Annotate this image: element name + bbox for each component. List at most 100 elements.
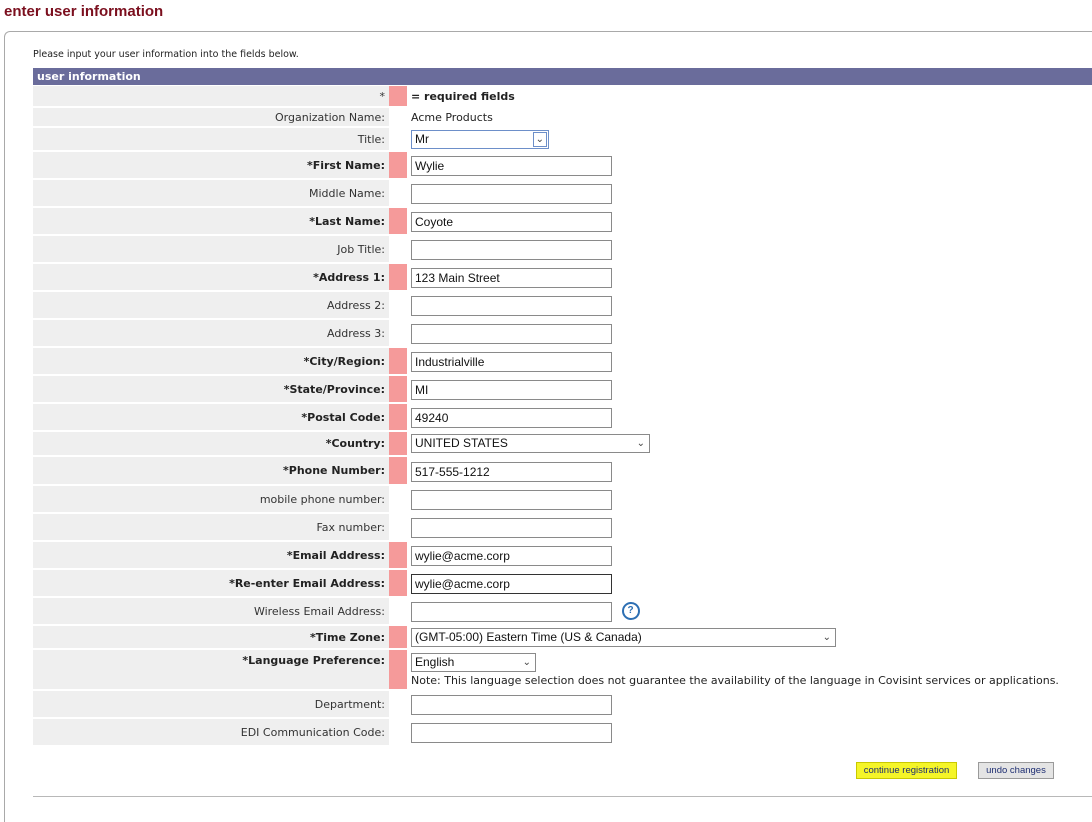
- address1-row: *Address 1:: [33, 263, 1092, 291]
- last-name-input[interactable]: [411, 212, 612, 232]
- mobile-label: mobile phone number:: [33, 485, 389, 513]
- phone-label: *Phone Number:: [33, 456, 389, 485]
- city-label: *City/Region:: [33, 347, 389, 375]
- state-row: *State/Province:: [33, 375, 1092, 403]
- first-name-label: *First Name:: [33, 151, 389, 179]
- address1-label: *Address 1:: [33, 263, 389, 291]
- middle-name-input[interactable]: [411, 184, 612, 204]
- language-row: *Language Preference: English ⌄ Note: Th…: [33, 649, 1092, 690]
- country-select[interactable]: UNITED STATES ⌄: [411, 434, 650, 453]
- timezone-label: *Time Zone:: [33, 625, 389, 649]
- address3-row: Address 3:: [33, 319, 1092, 347]
- middle-name-label: Middle Name:: [33, 179, 389, 207]
- country-row: *Country: UNITED STATES ⌄: [33, 431, 1092, 456]
- phone-row: *Phone Number:: [33, 456, 1092, 485]
- required-marker: [389, 569, 407, 597]
- email-row: *Email Address:: [33, 541, 1092, 569]
- timezone-select[interactable]: (GMT-05:00) Eastern Time (US & Canada) ⌄: [411, 627, 836, 647]
- language-select[interactable]: English ⌄: [411, 653, 536, 672]
- legend-text: = required fields: [411, 89, 515, 103]
- address3-input[interactable]: [411, 324, 612, 344]
- edi-row: EDI Communication Code:: [33, 718, 1092, 746]
- help-question-icon[interactable]: ?: [621, 602, 640, 620]
- language-note: Note: This language selection does not g…: [411, 674, 1059, 687]
- wireless-email-row: Wireless Email Address: ?: [33, 597, 1092, 625]
- required-marker: [389, 347, 407, 375]
- undo-changes-button[interactable]: undo changes: [978, 762, 1054, 779]
- required-marker: [389, 456, 407, 485]
- postal-row: *Postal Code:: [33, 403, 1092, 431]
- address2-input[interactable]: [411, 296, 612, 316]
- mobile-row: mobile phone number:: [33, 485, 1092, 513]
- org-row: Organization Name: Acme Products: [33, 107, 1092, 127]
- language-label: *Language Preference:: [33, 649, 389, 690]
- chevron-down-icon: ⌄: [822, 631, 831, 643]
- org-label: Organization Name:: [33, 107, 389, 127]
- fax-label: Fax number:: [33, 513, 389, 541]
- required-marker: [389, 375, 407, 403]
- mobile-input[interactable]: [411, 490, 612, 510]
- address2-row: Address 2:: [33, 291, 1092, 319]
- middle-name-row: Middle Name:: [33, 179, 1092, 207]
- job-title-row: Job Title:: [33, 235, 1092, 263]
- required-marker: [389, 625, 407, 649]
- postal-input[interactable]: [411, 408, 612, 428]
- org-value: Acme Products: [411, 110, 493, 124]
- title-select-value: Mr: [415, 131, 429, 146]
- chevron-down-icon: ⌄: [535, 133, 544, 145]
- country-select-value: UNITED STATES: [415, 436, 508, 450]
- department-input[interactable]: [411, 695, 612, 715]
- state-label: *State/Province:: [33, 375, 389, 403]
- wireless-email-input[interactable]: [411, 602, 612, 622]
- email-confirm-row: *Re-enter Email Address:: [33, 569, 1092, 597]
- intro-text: Please input your user information into …: [33, 49, 299, 60]
- required-marker: [389, 403, 407, 431]
- edi-input[interactable]: [411, 723, 612, 743]
- address1-input[interactable]: [411, 268, 612, 288]
- required-marker: [389, 207, 407, 235]
- section-header: user information: [33, 68, 1092, 85]
- last-name-label: *Last Name:: [33, 207, 389, 235]
- page-title: enter user information: [4, 3, 164, 20]
- job-title-label: Job Title:: [33, 235, 389, 263]
- title-label: Title:: [33, 127, 389, 151]
- city-input[interactable]: [411, 352, 612, 372]
- timezone-select-value: (GMT-05:00) Eastern Time (US & Canada): [415, 629, 642, 644]
- job-title-input[interactable]: [411, 240, 612, 260]
- timezone-row: *Time Zone: (GMT-05:00) Eastern Time (US…: [33, 625, 1092, 649]
- department-label: Department:: [33, 690, 389, 718]
- phone-input[interactable]: [411, 461, 612, 482]
- user-info-form: * = required fields Organization Name: A…: [33, 86, 1092, 747]
- footer-divider: [33, 796, 1092, 797]
- email-confirm-input[interactable]: [411, 574, 612, 594]
- legend-star: *: [33, 86, 389, 107]
- country-label: *Country:: [33, 431, 389, 456]
- email-confirm-label: *Re-enter Email Address:: [33, 569, 389, 597]
- title-select[interactable]: Mr ⌄: [411, 129, 549, 149]
- edi-label: EDI Communication Code:: [33, 718, 389, 746]
- required-marker: [389, 431, 407, 456]
- fax-input[interactable]: [411, 518, 612, 538]
- required-marker: [389, 151, 407, 179]
- legend-row: * = required fields: [33, 86, 1092, 107]
- required-marker: [389, 541, 407, 569]
- email-input[interactable]: [411, 546, 612, 566]
- language-select-value: English: [415, 655, 455, 669]
- continue-registration-button[interactable]: continue registration: [856, 762, 957, 779]
- wireless-email-label: Wireless Email Address:: [33, 597, 389, 625]
- chevron-down-icon: ⌄: [636, 438, 645, 449]
- first-name-row: *First Name:: [33, 151, 1092, 179]
- chevron-down-icon: ⌄: [522, 657, 531, 668]
- required-marker: [389, 86, 407, 107]
- required-marker: [389, 649, 407, 690]
- fax-row: Fax number:: [33, 513, 1092, 541]
- first-name-input[interactable]: [411, 156, 612, 176]
- required-marker: [389, 263, 407, 291]
- last-name-row: *Last Name:: [33, 207, 1092, 235]
- title-row: Title: Mr ⌄: [33, 127, 1092, 151]
- state-input[interactable]: [411, 380, 612, 400]
- address2-label: Address 2:: [33, 291, 389, 319]
- department-row: Department:: [33, 690, 1092, 718]
- address3-label: Address 3:: [33, 319, 389, 347]
- city-row: *City/Region:: [33, 347, 1092, 375]
